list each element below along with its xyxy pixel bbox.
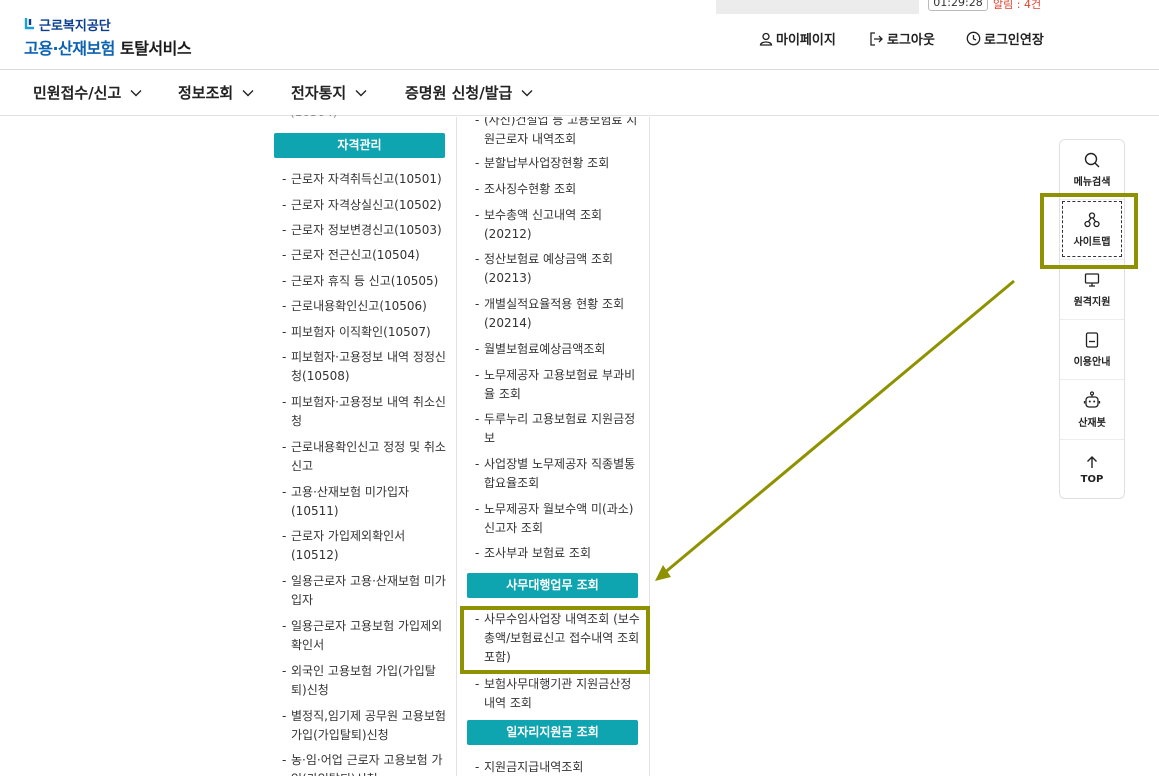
menu-item[interactable]: -농·임·어업 근로자 고용보험 가입(가입탈퇴)신청 — [282, 751, 446, 776]
user-info-redacted — [716, 0, 919, 14]
menu-item[interactable]: - 노무제공자 고용보험료 부과비율 조회 — [475, 366, 641, 404]
menu-item[interactable]: - 근로자 휴직 등 신고(10505) — [282, 272, 446, 291]
gnb-label: 전자통지 — [291, 84, 347, 102]
chevron-down-icon — [130, 89, 142, 96]
quick-menu-label: 이용안내 — [1073, 356, 1111, 368]
session-timer: 01:29:28 — [928, 0, 988, 11]
menu-item[interactable]: - 두루누리 고용보험료 지원금정보 — [475, 410, 641, 448]
site-header: 근로복지공단 고용·산재보험 토탈서비스 01:29:28 알림 : 4건 마이… — [0, 0, 1159, 70]
gnb-certificate[interactable]: 증명원 신청/발급 — [405, 82, 533, 103]
chevron-down-icon — [355, 89, 367, 96]
logout-link[interactable]: 로그아웃 — [869, 29, 935, 48]
gnb-info-lookup[interactable]: 정보조회 — [178, 82, 254, 103]
category-qualification: 자격관리 — [274, 133, 445, 158]
menu-item[interactable]: - 근로내용확인신고(10506) — [282, 297, 446, 316]
menu-item[interactable]: - 조사징수현황 조회 — [475, 180, 641, 199]
alert-count[interactable]: 알림 : 4건 — [993, 0, 1041, 12]
menu-item[interactable]: - 일용근로자 고용보험 가입제외확인서 — [282, 617, 446, 655]
menu-item[interactable]: - 피보험자 이직확인(10507) — [282, 323, 446, 342]
quick-menu-label: TOP — [1080, 474, 1104, 485]
menu-item[interactable]: - 피보험자·고용정보 내역 취소신청 — [282, 393, 446, 431]
chevron-down-icon — [242, 89, 254, 96]
site-logo[interactable]: 근로복지공단 고용·산재보험 토탈서비스 — [24, 16, 192, 59]
mypage-label: 마이페이지 — [776, 33, 836, 48]
menu-item[interactable]: - 근로자 자격상실신고(10502) — [282, 196, 446, 215]
menu-item[interactable]: - 고용·산재보험 미가입자(10511) — [282, 483, 446, 521]
search-icon — [1084, 152, 1100, 167]
quick-menu-label: 메뉴검색 — [1073, 176, 1111, 188]
menu-item[interactable]: - 개별실적요율적용 현황 조회(20214) — [475, 295, 641, 333]
logo-org-name: 근로복지공단 — [39, 18, 111, 34]
quick-menu-chatbot[interactable]: 산재봇 — [1060, 380, 1124, 440]
logo-title-primary: 고용·산재보험 — [24, 39, 115, 58]
menu-item[interactable]: - 분할납부사업장현황 조회 — [475, 154, 641, 173]
annotation-highlight-sitemap — [1040, 193, 1138, 269]
category-job-subsidy: 일자리지원금 조회 — [467, 720, 638, 745]
menu-item[interactable]: - 정산보험료 예상금액 조회(20213) — [475, 250, 641, 288]
menu-item[interactable]: - 보험사무대행기관 지원금산정내역 조회 — [475, 675, 641, 713]
menu-item[interactable]: - 근로자 전근신고(10504) — [282, 246, 446, 265]
logout-icon — [870, 31, 883, 46]
menu-item[interactable]: - 조사부과 보험료 조회 — [475, 544, 641, 563]
mypage-link[interactable]: 마이페이지 — [759, 29, 836, 48]
menu-item[interactable]: - 피보험자·고용정보 내역 정정신청(10508) — [282, 348, 446, 386]
login-extend-button[interactable]: 로그인연장 — [966, 29, 1044, 48]
quick-menu-search[interactable]: 메뉴검색 — [1060, 140, 1124, 200]
clock-icon — [966, 31, 981, 46]
user-icon — [759, 32, 773, 46]
logo-title-secondary: 토탈서비스 — [119, 39, 192, 58]
gnb-civil-petition[interactable]: 민원접수/신고 — [33, 82, 142, 103]
chatbot-icon — [1083, 390, 1101, 408]
guide-book-icon — [1085, 331, 1099, 348]
quick-menu-label: 원격지원 — [1073, 296, 1111, 308]
quick-menu-top[interactable]: TOP — [1060, 440, 1124, 500]
comwel-logo-icon — [24, 18, 34, 30]
menu-item[interactable]: - 일용근로자 고용·산재보험 미가입자 — [282, 572, 446, 610]
gnb-label: 정보조회 — [178, 84, 234, 102]
menu-item[interactable]: - 외국인 고용보험 가입(가입탈퇴)신청 — [282, 662, 446, 700]
login-extend-label: 로그인연장 — [984, 33, 1044, 48]
quick-menu-remote-support[interactable]: 원격지원 — [1060, 260, 1124, 320]
logout-label: 로그아웃 — [887, 33, 935, 48]
chevron-down-icon — [521, 89, 533, 96]
gnb-label: 민원접수/신고 — [33, 84, 122, 102]
quick-menu-label: 산재봇 — [1078, 417, 1106, 429]
menu-item[interactable]: - 노무제공자 월보수액 미(과소)신고자 조회 — [475, 500, 641, 538]
gnb-e-notice[interactable]: 전자통지 — [291, 82, 367, 103]
category-agency-affairs: 사무대행업무 조회 — [467, 573, 638, 598]
arrow-up-icon — [1087, 456, 1097, 468]
menu-item[interactable]: - 지원금지급내역조회 — [475, 758, 641, 776]
remote-support-icon — [1084, 272, 1100, 287]
menu-item[interactable]: - 근로자 자격취득신고(10501) — [282, 170, 446, 189]
menu-item[interactable]: - 근로자 정보변경신고(10503) — [282, 221, 446, 240]
menu-item[interactable]: - 별정직,임기제 공무원 고용보험 가입(가입탈퇴)신청 — [282, 707, 446, 745]
menu-item[interactable]: - 근로자 가입제외확인서(10512) — [282, 527, 446, 565]
menu-item[interactable]: - 보수총액 신고내역 조회(20212) — [475, 206, 641, 244]
global-nav: 민원접수/신고 정보조회 전자통지 증명원 신청/발급 — [0, 70, 1159, 116]
menu-item[interactable]: - 근로내용확인신고 정정 및 취소 신고 — [282, 438, 446, 476]
menu-item[interactable]: - 월별보험료예상금액조회 — [475, 340, 641, 359]
gnb-label: 증명원 신청/발급 — [405, 84, 513, 102]
annotation-highlight-menu-item — [460, 606, 650, 674]
quick-menu-guide[interactable]: 이용안내 — [1060, 320, 1124, 380]
menu-item[interactable]: - 사업장별 노무제공자 직종별통합요율조회 — [475, 455, 641, 493]
